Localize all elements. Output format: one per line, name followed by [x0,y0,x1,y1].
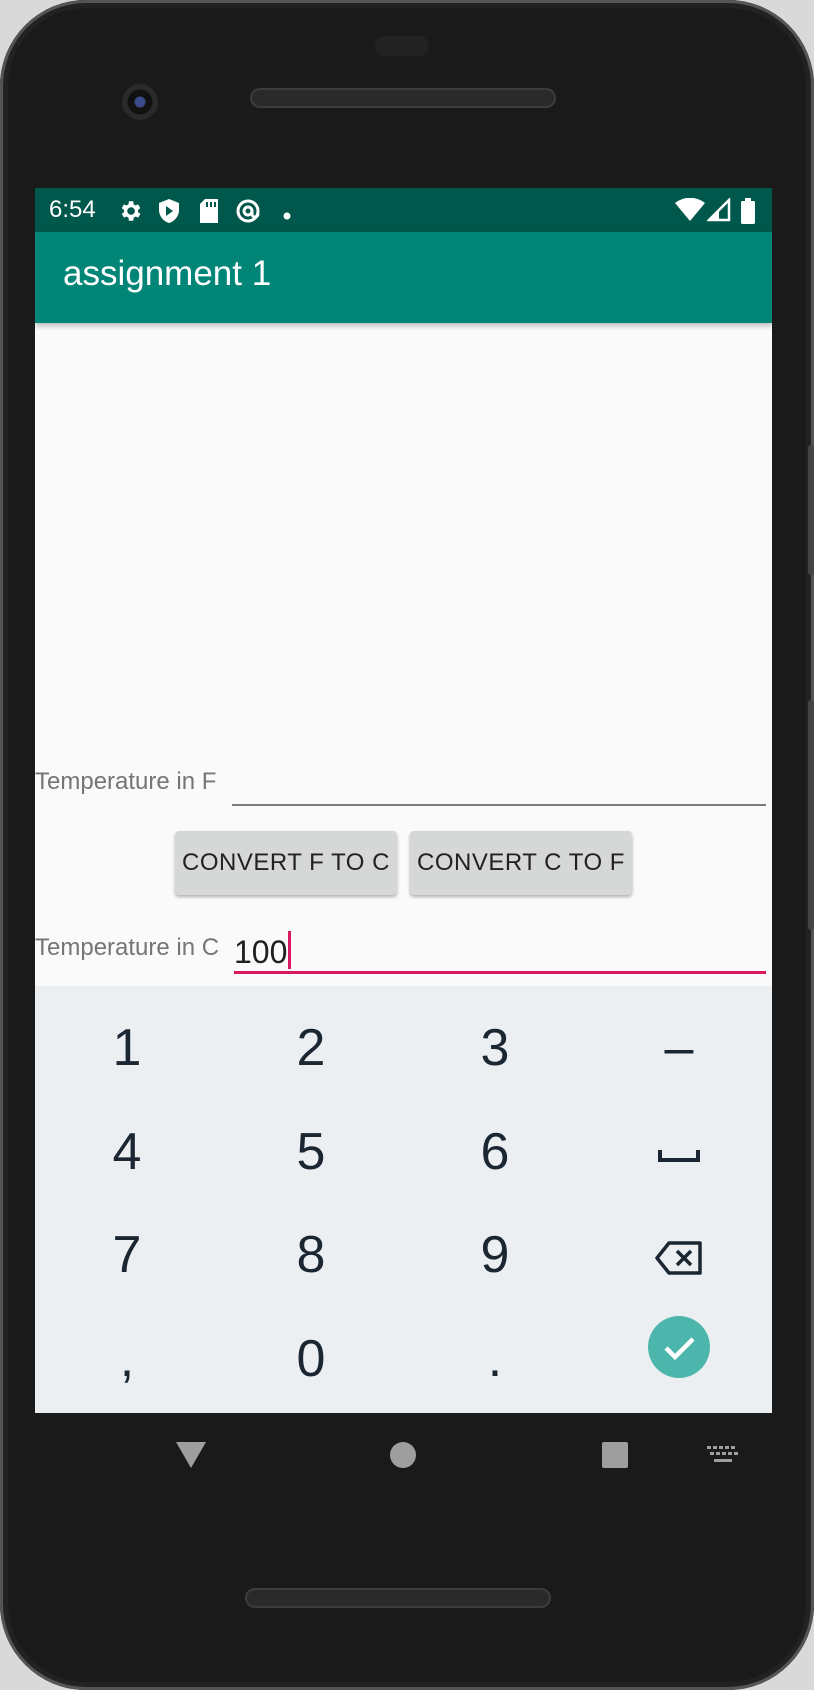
back-icon[interactable] [174,1440,208,1470]
key-comma[interactable]: , [35,1307,219,1411]
keyboard-switch-icon[interactable] [707,1446,739,1466]
shield-icon [157,198,181,229]
navigation-bar [0,1413,814,1501]
key-5[interactable]: 5 [219,1100,403,1204]
status-time: 6:54 [49,196,96,223]
fahrenheit-label: Temperature in F [35,768,217,795]
key-4[interactable]: 4 [35,1100,219,1204]
app-title: assignment 1 [63,254,272,293]
fahrenheit-input[interactable] [232,758,766,806]
key-9[interactable]: 9 [403,1203,587,1307]
text-cursor [288,931,292,969]
celsius-value: 100 [234,934,288,970]
screen: 6:54 assignment 1 Temperature in F CONVE… [35,188,772,1413]
status-bar: 6:54 [35,188,772,232]
convert-f-to-c-button[interactable]: CONVERT F TO C [175,831,397,895]
front-camera [122,84,158,120]
wifi-icon [675,197,705,227]
celsius-input[interactable]: 100 [234,925,766,974]
key-done[interactable] [587,1292,771,1396]
key-period[interactable]: . [403,1307,587,1411]
key-0[interactable]: 0 [219,1307,403,1411]
recents-icon[interactable] [601,1441,629,1469]
volume-button [808,700,814,930]
app-bar: assignment 1 [35,232,772,323]
home-icon[interactable] [389,1441,417,1469]
gear-icon [117,198,143,229]
key-space[interactable] [587,1100,771,1204]
battery-icon [740,198,756,229]
check-icon [648,1316,710,1379]
key-1[interactable]: 1 [35,996,219,1100]
key-8[interactable]: 8 [219,1203,403,1307]
numeric-keyboard: 1 2 3 – 4 5 6 7 8 9 , 0 . [35,986,772,1413]
key-6[interactable]: 6 [403,1100,587,1204]
earpiece-speaker [250,88,556,108]
bottom-speaker [245,1588,551,1608]
at-sign-icon [235,198,261,229]
celsius-label: Temperature in C [35,934,220,961]
celsius-value-wrap: 100 [234,931,292,971]
phone-frame: 6:54 assignment 1 Temperature in F CONVE… [0,0,814,1690]
key-minus[interactable]: – [587,996,771,1100]
key-3[interactable]: 3 [403,996,587,1100]
backspace-icon [655,1241,702,1276]
space-icon [658,1150,700,1163]
key-2[interactable]: 2 [219,996,403,1100]
sd-card-icon [198,198,220,229]
signal-icon [705,196,731,227]
power-button [808,445,814,575]
convert-c-to-f-button[interactable]: CONVERT C TO F [410,831,632,895]
dot-icon [283,207,291,225]
key-7[interactable]: 7 [35,1203,219,1307]
proximity-sensor [375,36,429,56]
